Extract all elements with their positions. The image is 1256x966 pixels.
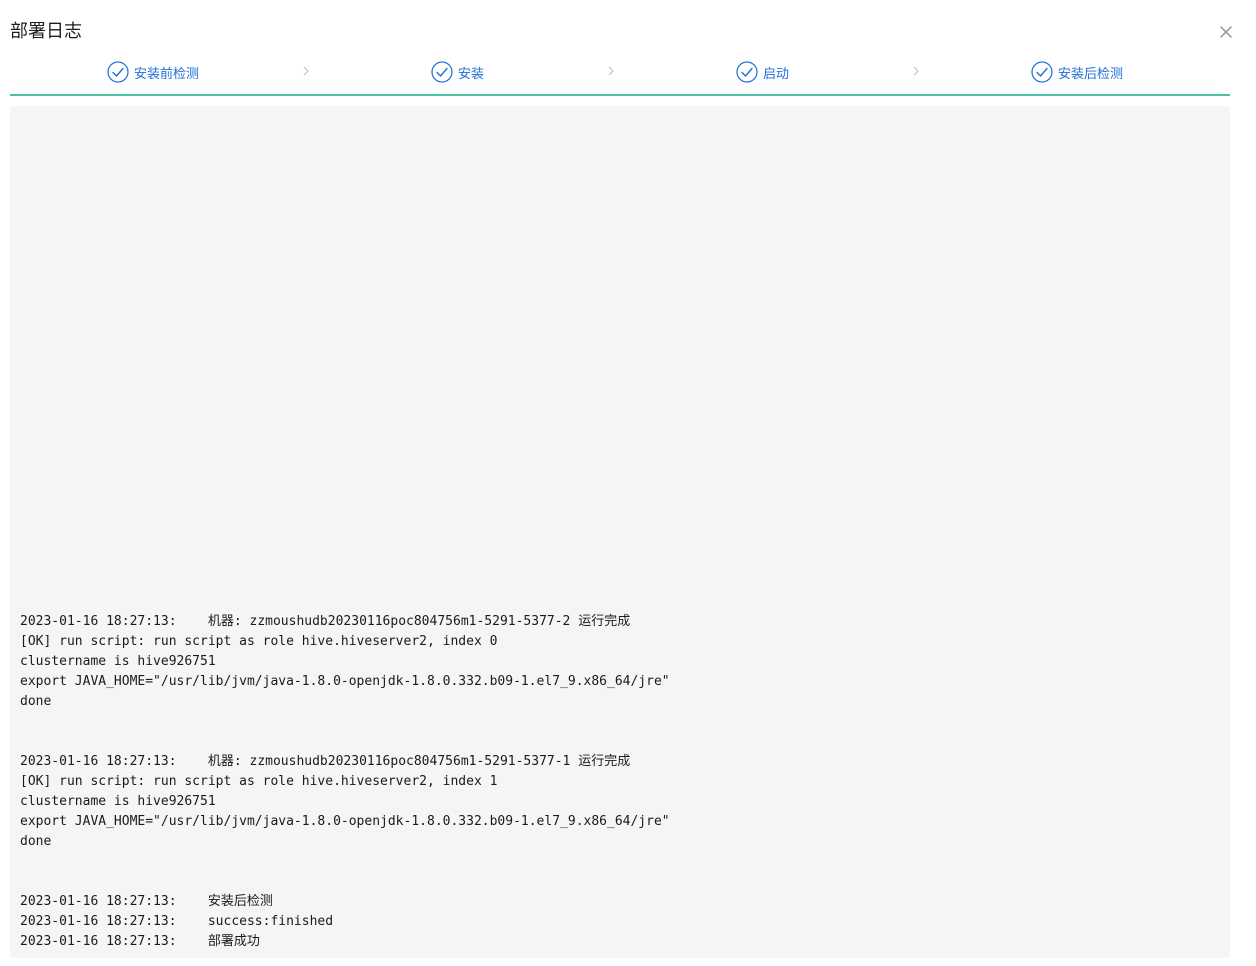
log-line: export JAVA_HOME="/usr/lib/jvm/java-1.8.… (20, 674, 670, 689)
log-line: [OK] run script: run script as role hive… (20, 634, 498, 649)
log-line: clustername is hive926751 (20, 654, 216, 669)
step-install: 安装 (431, 60, 484, 84)
log-line: [OK] run script: run script as role hive… (20, 774, 498, 789)
log-line: clustername is hive926751 (20, 794, 216, 809)
step-pre-install-check: 安装前检测 (107, 60, 199, 84)
log-line: done (20, 694, 52, 709)
chevron-right-icon (302, 64, 310, 78)
log-line: 2023-01-16 18:27:13: 机器: zzmoushudb20230… (20, 614, 631, 629)
dialog-title: 部署日志 (10, 21, 82, 42)
step-label: 安装后检测 (1058, 66, 1124, 82)
log-line: export JAVA_HOME="/usr/lib/jvm/java-1.8.… (20, 814, 670, 829)
chevron-right-icon (607, 64, 615, 78)
step-label: 启动 (763, 66, 790, 82)
close-icon[interactable] (1218, 24, 1234, 40)
check-circle-icon (431, 61, 453, 83)
step-post-install-check: 安装后检测 (1031, 60, 1123, 84)
log-line: 2023-01-16 18:27:13: 部署成功 (20, 934, 260, 949)
step-label: 安装 (458, 66, 485, 82)
log-line: 2023-01-16 18:27:13: success:finished (20, 914, 334, 929)
log-line: done (20, 834, 52, 849)
log-line: 2023-01-16 18:27:13: 机器: zzmoushudb20230… (20, 754, 631, 769)
check-circle-icon (1031, 61, 1053, 83)
step-label: 安装前检测 (134, 66, 200, 82)
log-output-panel[interactable]: 2023-01-16 18:27:13: 机器: zzmoushudb20230… (10, 106, 1230, 958)
chevron-right-icon (912, 64, 920, 78)
check-circle-icon (736, 61, 758, 83)
check-circle-icon (107, 61, 129, 83)
deploy-steps: 安装前检测 安装 启动 安装后检测 (10, 58, 1230, 96)
step-start: 启动 (736, 60, 789, 84)
deploy-log-dialog: 部署日志 安装前检测 安装 启动 安装后检测 2023-01-16 18:27:… (0, 0, 1256, 966)
log-line: 2023-01-16 18:27:13: 安装后检测 (20, 894, 273, 909)
